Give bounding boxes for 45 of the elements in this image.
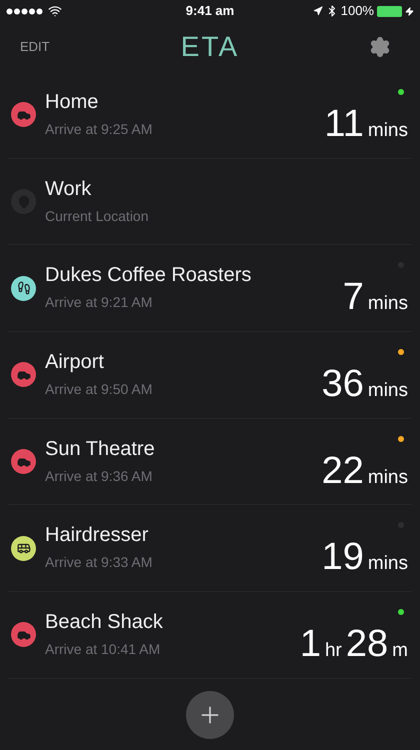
destination-name: Beach Shack bbox=[45, 612, 164, 632]
destination-row[interactable]: Work Current Location bbox=[8, 158, 412, 246]
battery-icon bbox=[376, 6, 402, 16]
destination-name: Dukes Coffee Roasters bbox=[45, 265, 252, 286]
eta-value: 7 bbox=[342, 278, 364, 316]
eta-unit: mins bbox=[368, 294, 408, 314]
add-button[interactable] bbox=[186, 690, 234, 739]
destination-row[interactable]: Home Arrive at 9:25 AM 11 mins bbox=[8, 72, 412, 159]
destination-name: Work bbox=[45, 178, 92, 199]
eta-value: 11 bbox=[324, 104, 364, 143]
destination-row[interactable]: Hairdresser Arrive at 9:33 AM 19 mins bbox=[8, 505, 412, 592]
eta-value: 36 bbox=[322, 364, 364, 403]
eta-unit: hr bbox=[324, 640, 342, 660]
arrival-time: Current Location bbox=[45, 208, 150, 223]
charging-icon bbox=[404, 6, 414, 16]
arrival-time: Arrive at 9:25 AM bbox=[45, 122, 154, 136]
eta-value: 22 bbox=[322, 452, 364, 490]
eta-value: 28 bbox=[346, 624, 388, 663]
edit-button[interactable]: EDIT bbox=[20, 37, 60, 57]
destination-row[interactable]: Airport Arrive at 9:50 AM 36 mins bbox=[8, 332, 412, 419]
arrival-time: Arrive at 9:36 AM bbox=[45, 468, 154, 483]
destination-name: Hairdresser bbox=[45, 525, 150, 546]
destination-row[interactable]: Beach Shack Arrive at 10:41 AM 1 hr 28 m bbox=[8, 592, 412, 679]
destination-name: Home bbox=[45, 92, 100, 112]
eta-unit: mins bbox=[368, 120, 408, 140]
app-title: ETA bbox=[180, 30, 240, 64]
destination-row[interactable]: Sun Theatre Arrive at 9:36 AM 22 mins bbox=[8, 418, 412, 506]
eta-unit: m bbox=[392, 640, 408, 660]
eta-value: 19 bbox=[322, 538, 364, 576]
arrival-time: Arrive at 9:50 AM bbox=[45, 382, 154, 396]
eta-unit: mins bbox=[368, 380, 408, 400]
eta-unit: mins bbox=[368, 554, 408, 574]
destination-name: Airport bbox=[45, 352, 105, 372]
location-arrow-icon bbox=[312, 6, 323, 16]
arrival-time: Arrive at 9:33 AM bbox=[45, 555, 154, 570]
eta-value: 1 bbox=[300, 624, 321, 663]
destination-row[interactable]: Dukes Coffee Roasters Arrive at 9:21 AM 7 mins bbox=[8, 245, 412, 332]
status-time: 9:41 am bbox=[186, 2, 234, 20]
arrival-time: Arrive at 9:21 AM bbox=[45, 295, 154, 310]
battery-percent: 100% bbox=[340, 2, 374, 20]
signal-icon bbox=[6, 8, 44, 14]
arrival-time: Arrive at 10:41 AM bbox=[45, 642, 162, 656]
wifi-icon bbox=[48, 4, 62, 18]
eta-unit: mins bbox=[368, 468, 408, 487]
destination-name: Sun Theatre bbox=[45, 438, 156, 459]
